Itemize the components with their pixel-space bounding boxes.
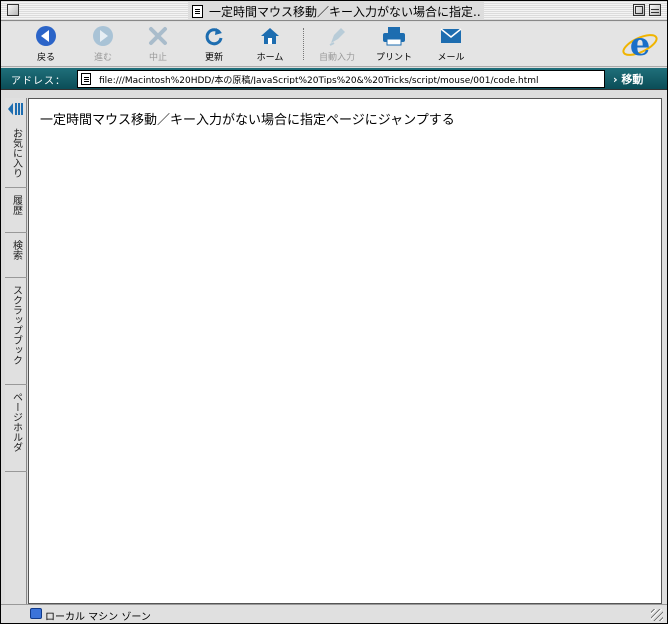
forward-arrow-icon (90, 25, 116, 47)
address-label: アドレス： (11, 76, 66, 87)
document-icon (192, 4, 203, 18)
tab-search-label: 検索 (10, 240, 22, 260)
collapse-box-button[interactable] (649, 4, 661, 16)
forward-label: 進む (93, 53, 112, 63)
tab-scrapbook[interactable]: スクラップブック (5, 279, 27, 385)
stop-label: 中止 (148, 53, 167, 63)
refresh-label: 更新 (204, 53, 223, 63)
browser-window: 一定時間マウス移動／キー入力がない場合に指定... 戻る 進む 中止 更新 ホー… (0, 0, 668, 624)
window-title: 一定時間マウス移動／キー入力がない場合に指定... (209, 4, 480, 19)
printer-icon (381, 25, 407, 47)
local-zone-icon (30, 608, 42, 619)
print-button[interactable]: プリント (369, 25, 419, 65)
toolbar-separator (303, 28, 304, 60)
address-input[interactable] (99, 74, 599, 84)
home-label: ホーム (256, 53, 284, 63)
svg-text:e: e (630, 27, 650, 63)
go-button[interactable]: › 移動 (613, 71, 643, 87)
tab-page-holder-label: ページホルダ (10, 392, 22, 452)
page-icon (81, 73, 91, 85)
mail-button[interactable]: メール (426, 25, 476, 65)
status-bar: ローカル マシン ゾーン (1, 604, 667, 623)
print-label: プリント (375, 53, 412, 63)
mail-icon (438, 25, 464, 47)
autofill-icon (324, 25, 350, 47)
internet-explorer-logo[interactable]: e (621, 25, 659, 63)
window-title-box: 一定時間マウス移動／キー入力がない場合に指定... (188, 2, 484, 20)
tab-page-holder[interactable]: ページホルダ (5, 386, 27, 472)
refresh-icon (201, 25, 227, 47)
tab-search[interactable]: 検索 (5, 234, 27, 278)
autofill-label: 自動入力 (318, 53, 355, 63)
title-bar[interactable]: 一定時間マウス移動／キー入力がない場合に指定... (1, 1, 667, 21)
address-field[interactable] (77, 70, 605, 88)
page-heading-text: 一定時間マウス移動／キー入力がない場合に指定ページにジャンプする (40, 113, 455, 128)
home-button[interactable]: ホーム (245, 25, 295, 65)
stop-icon (145, 25, 171, 47)
tab-history[interactable]: 履歴 (5, 189, 27, 233)
close-box-button[interactable] (7, 4, 19, 16)
explorer-bar: お気に入り 履歴 検索 スクラップブック ページホルダ (5, 98, 27, 604)
explorer-toggle-icon[interactable] (7, 101, 25, 117)
mail-label: メール (437, 53, 465, 63)
back-arrow-icon (33, 25, 59, 47)
tab-favorites-label: お気に入り (10, 128, 22, 178)
tab-history-label: 履歴 (10, 195, 22, 215)
autofill-button[interactable]: 自動入力 (312, 25, 362, 65)
zoom-box-button[interactable] (633, 4, 645, 16)
security-zone-text: ローカル マシン ゾーン (45, 612, 151, 623)
tab-favorites[interactable]: お気に入り (5, 122, 27, 188)
resize-grip[interactable] (651, 609, 663, 621)
stop-button[interactable]: 中止 (133, 25, 183, 65)
back-button[interactable]: 戻る (21, 25, 71, 65)
home-icon (257, 25, 283, 47)
back-label: 戻る (36, 53, 55, 63)
toolbar: 戻る 進む 中止 更新 ホーム 自動入力 プリント メール e (1, 22, 667, 67)
refresh-button[interactable]: 更新 (189, 25, 239, 65)
page-content[interactable]: 一定時間マウス移動／キー入力がない場合に指定ページにジャンプする (28, 98, 662, 604)
tab-scrapbook-label: スクラップブック (10, 285, 22, 365)
address-bar: アドレス： › 移動 (1, 68, 667, 90)
forward-button[interactable]: 進む (78, 25, 128, 65)
